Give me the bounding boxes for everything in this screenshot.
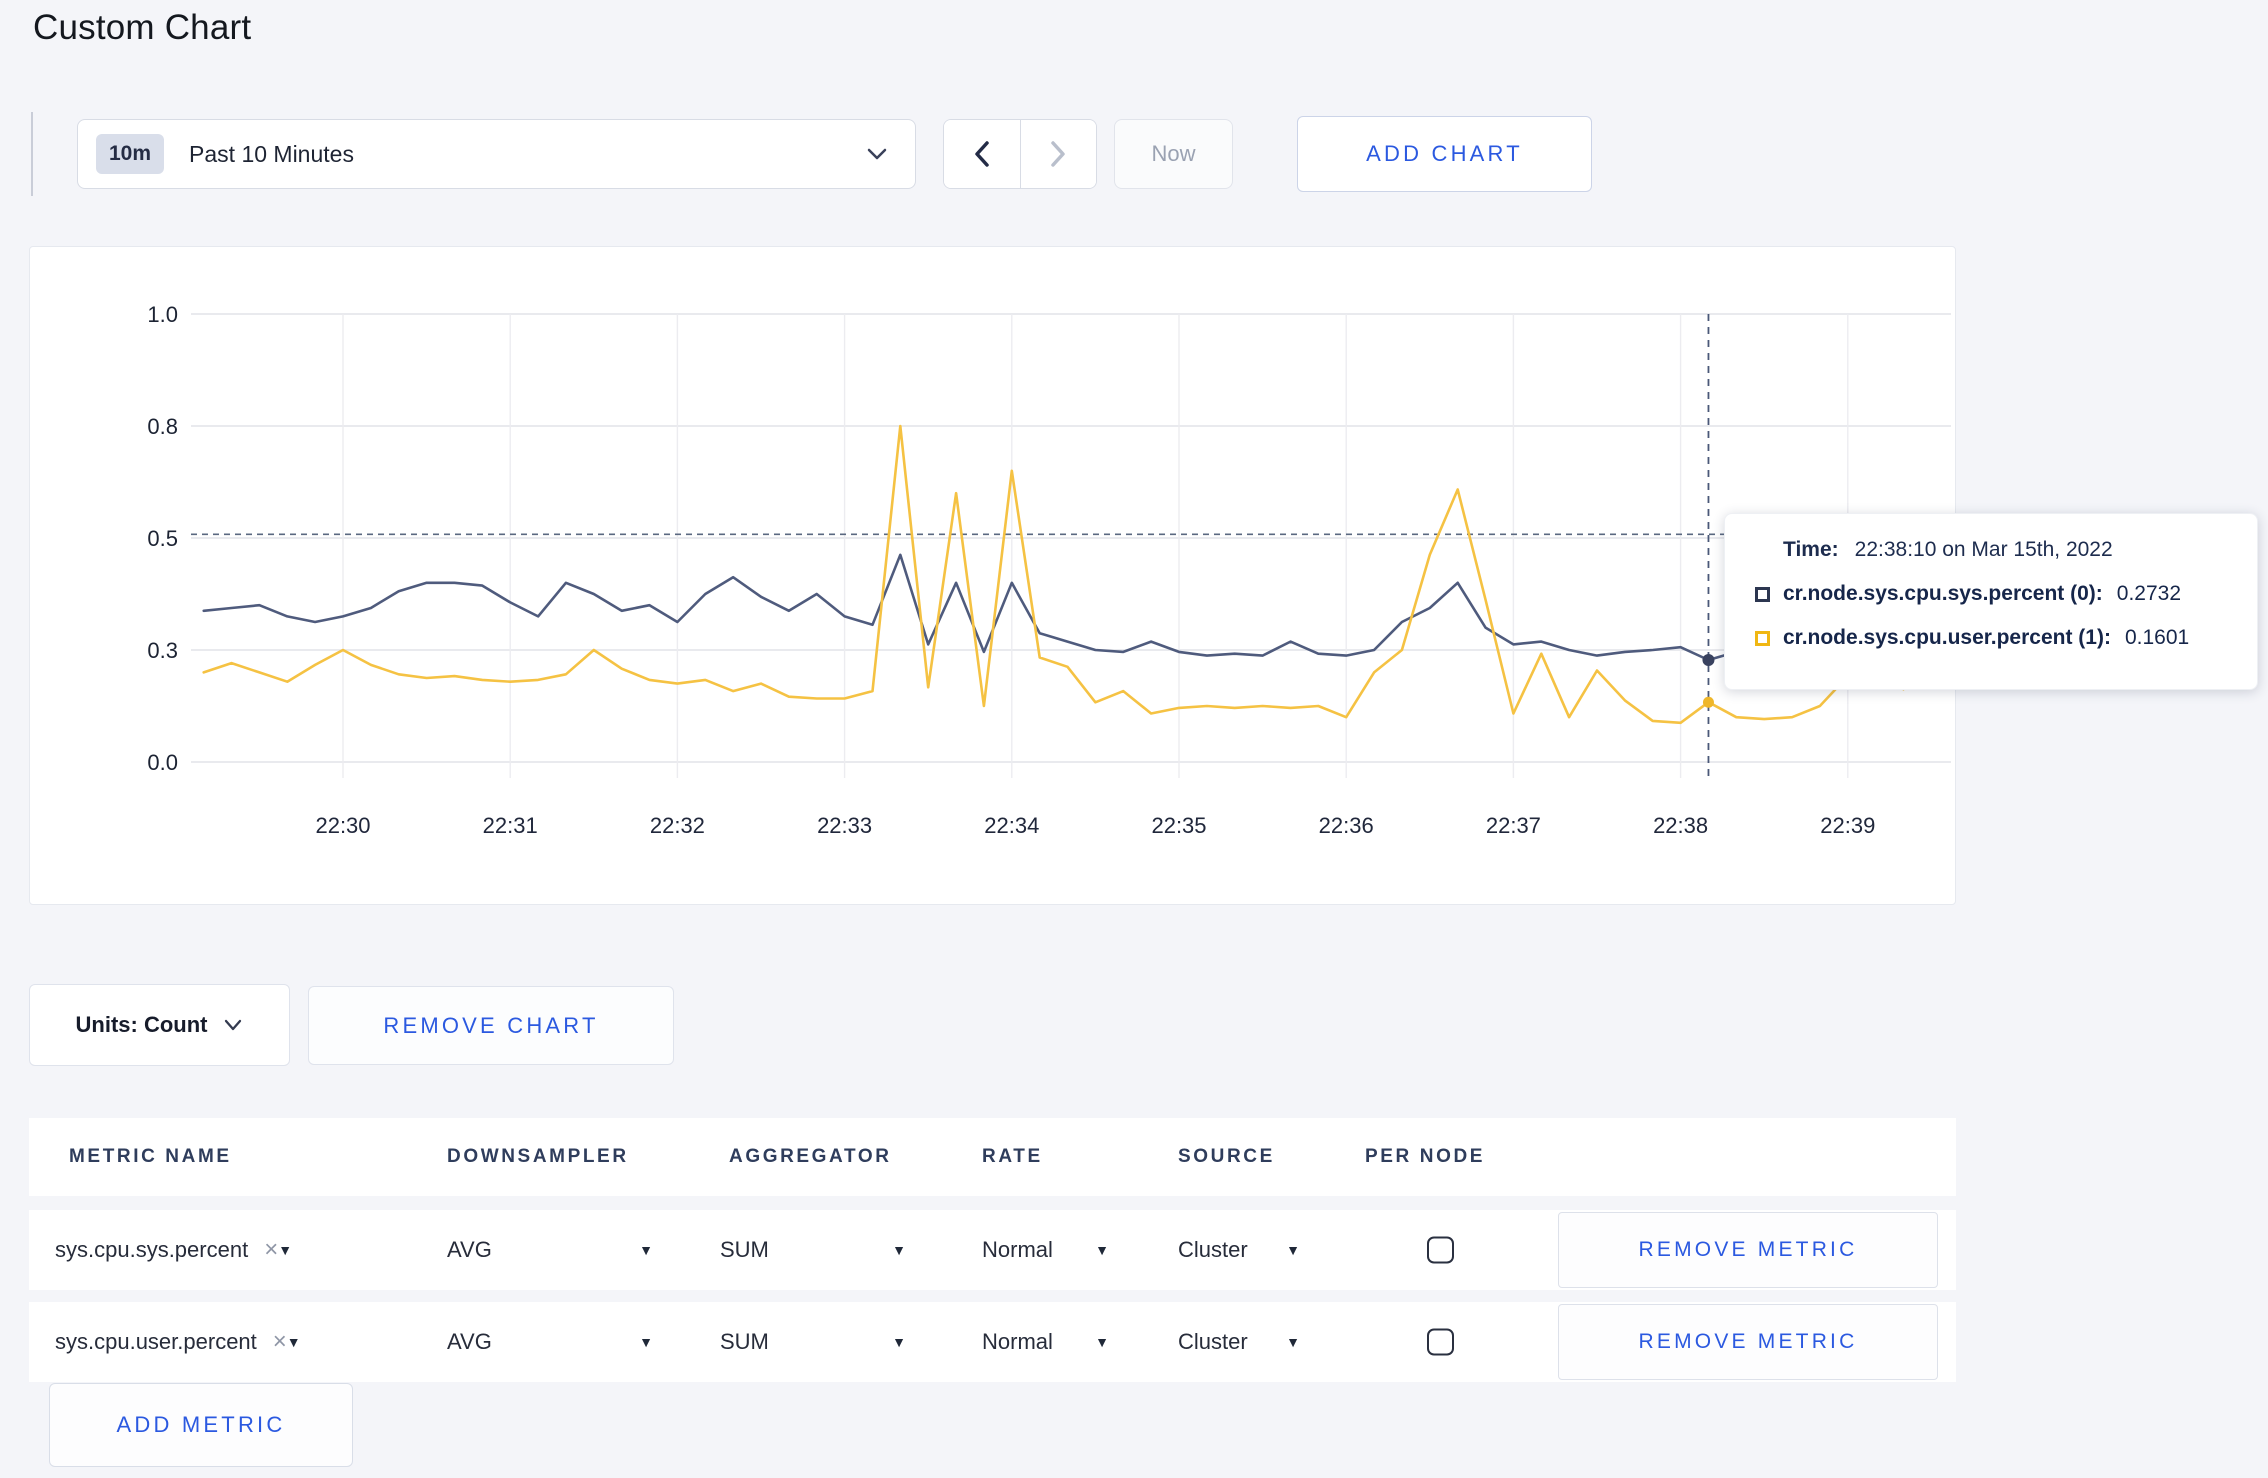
units-label: Units: Count <box>75 1012 208 1037</box>
per-node-checkbox[interactable] <box>1427 1328 1454 1356</box>
tooltip-time-label: Time: <box>1783 538 1839 561</box>
aggregator-value: SUM <box>720 1237 769 1262</box>
y-axis-label: 0.3 <box>147 638 178 663</box>
dropdown-arrow-icon: ▼ <box>1286 1334 1300 1350</box>
source-select[interactable]: Cluster ▼ <box>1178 1329 1300 1355</box>
dropdown-arrow-icon: ▼ <box>892 1334 906 1350</box>
downsampler-value: AVG <box>447 1329 492 1354</box>
chart-tooltip: Time: 22:38:10 on Mar 15th, 2022 cr.node… <box>1724 513 2258 690</box>
tooltip-series-value: 0.1601 <box>2124 626 2190 649</box>
user-highlight-dot <box>1702 696 1714 708</box>
x-axis-label: 22:30 <box>315 813 370 838</box>
clear-metric-icon[interactable]: × <box>264 1236 278 1264</box>
x-axis-label: 22:31 <box>483 813 538 838</box>
dropdown-arrow-icon: ▼ <box>1095 1334 1109 1350</box>
col-header-rate: RATE <box>982 1146 1043 1167</box>
time-range-selector[interactable]: 10m Past 10 Minutes <box>77 119 916 189</box>
user-percent-line <box>202 424 1933 725</box>
y-axis-label: 0.0 <box>147 750 178 775</box>
time-range-label: Past 10 Minutes <box>189 140 354 167</box>
time-range-badge: 10m <box>96 134 165 174</box>
metric-name-select[interactable]: sys.cpu.sys.percent × ▼ <box>55 1236 292 1264</box>
metric-name-select[interactable]: sys.cpu.user.percent × ▼ <box>55 1328 301 1356</box>
tooltip-series-row: cr.node.sys.cpu.sys.percent (0): 0.2732 <box>1755 582 2237 606</box>
metric-row: sys.cpu.user.percent × ▼ AVG ▼ SUM ▼ Nor… <box>29 1302 1956 1382</box>
toolbar-divider <box>31 112 33 196</box>
rate-select[interactable]: Normal ▼ <box>982 1237 1109 1263</box>
col-header-metric-name: METRIC NAME <box>69 1146 232 1167</box>
col-header-downsampler: DOWNSAMPLER <box>447 1146 629 1167</box>
source-value: Cluster <box>1178 1237 1248 1262</box>
sys-series-swatch-icon <box>1755 586 1770 602</box>
x-axis-label: 22:39 <box>1820 813 1875 838</box>
chart-svg: 0.0 0.3 0.5 0.8 1.0 22:30 22:31 22:32 22:33 22:34… <box>147 302 1951 838</box>
metric-name-value: sys.cpu.user.percent <box>55 1329 257 1354</box>
remove-metric-button[interactable]: REMOVE METRIC <box>1558 1304 1938 1380</box>
tooltip-series-row: cr.node.sys.cpu.user.percent (1): 0.1601 <box>1755 626 2237 650</box>
remove-chart-button[interactable]: REMOVE CHART <box>308 986 674 1065</box>
x-axis-label: 22:37 <box>1486 813 1541 838</box>
metric-name-value: sys.cpu.sys.percent <box>55 1237 249 1262</box>
chart-panel[interactable]: 0.0 0.3 0.5 0.8 1.0 22:30 22:31 22:32 22:33 22:34… <box>29 246 1956 905</box>
per-node-checkbox[interactable] <box>1427 1236 1454 1264</box>
time-prev-button[interactable] <box>944 120 1021 188</box>
time-next-button[interactable] <box>1020 120 1096 188</box>
rate-value: Normal <box>982 1329 1053 1354</box>
time-nav-group <box>943 119 1097 189</box>
chevron-down-icon <box>225 1019 242 1031</box>
y-axis-label: 1.0 <box>147 302 178 327</box>
x-axis-label: 22:36 <box>1319 813 1374 838</box>
rate-value: Normal <box>982 1237 1053 1262</box>
chevron-left-icon <box>975 141 989 167</box>
clear-metric-icon[interactable]: × <box>273 1328 287 1356</box>
dropdown-arrow-icon: ▼ <box>639 1242 653 1258</box>
dropdown-arrow-icon: ▼ <box>639 1334 653 1350</box>
chevron-right-icon <box>1051 141 1065 167</box>
x-axis-label: 22:34 <box>984 813 1039 838</box>
custom-chart-page: Custom Chart 10m Past 10 Minutes Now ADD… <box>0 0 2268 1478</box>
x-axis-label: 22:38 <box>1653 813 1708 838</box>
now-button[interactable]: Now <box>1114 119 1233 189</box>
tooltip-time-value: 22:38:10 on Mar 15th, 2022 <box>1854 538 2113 561</box>
add-metric-button[interactable]: ADD METRIC <box>49 1383 353 1467</box>
sys-percent-line <box>202 553 1933 662</box>
remove-metric-button[interactable]: REMOVE METRIC <box>1558 1212 1938 1288</box>
units-selector[interactable]: Units: Count <box>29 984 290 1066</box>
page-title: Custom Chart <box>33 8 252 47</box>
x-axis-label: 22:32 <box>650 813 705 838</box>
tooltip-series-label: cr.node.sys.cpu.user.percent (1): <box>1783 626 2111 649</box>
col-header-aggregator: AGGREGATOR <box>729 1146 892 1167</box>
y-axis-label: 0.5 <box>147 526 178 551</box>
tooltip-series-label: cr.node.sys.cpu.sys.percent (0): <box>1783 582 2103 605</box>
add-chart-button[interactable]: ADD CHART <box>1297 116 1592 192</box>
x-axis-label: 22:35 <box>1151 813 1206 838</box>
sys-highlight-dot <box>1702 654 1715 667</box>
source-select[interactable]: Cluster ▼ <box>1178 1237 1300 1263</box>
metrics-table-header: METRIC NAME DOWNSAMPLER AGGREGATOR RATE … <box>29 1118 1956 1196</box>
source-value: Cluster <box>1178 1329 1248 1354</box>
dropdown-arrow-icon[interactable]: ▼ <box>278 1242 292 1258</box>
chevron-down-icon <box>867 148 887 160</box>
user-series-swatch-icon <box>1755 630 1770 646</box>
col-header-source: SOURCE <box>1178 1146 1275 1167</box>
dropdown-arrow-icon: ▼ <box>892 1242 906 1258</box>
aggregator-select[interactable]: SUM ▼ <box>720 1329 906 1355</box>
tooltip-time-row: Time: 22:38:10 on Mar 15th, 2022 <box>1755 538 2237 562</box>
col-header-per-node: PER NODE <box>1365 1146 1486 1167</box>
dropdown-arrow-icon[interactable]: ▼ <box>287 1334 301 1350</box>
y-axis-label: 0.8 <box>147 414 178 439</box>
dropdown-arrow-icon: ▼ <box>1095 1242 1109 1258</box>
downsampler-select[interactable]: AVG ▼ <box>447 1237 653 1263</box>
metric-row: sys.cpu.sys.percent × ▼ AVG ▼ SUM ▼ Norm… <box>29 1210 1956 1290</box>
x-axis-label: 22:33 <box>817 813 872 838</box>
downsampler-value: AVG <box>447 1237 492 1262</box>
downsampler-select[interactable]: AVG ▼ <box>447 1329 653 1355</box>
tooltip-series-value: 0.2732 <box>2116 582 2182 605</box>
aggregator-value: SUM <box>720 1329 769 1354</box>
aggregator-select[interactable]: SUM ▼ <box>720 1237 906 1263</box>
dropdown-arrow-icon: ▼ <box>1286 1242 1300 1258</box>
rate-select[interactable]: Normal ▼ <box>982 1329 1109 1355</box>
